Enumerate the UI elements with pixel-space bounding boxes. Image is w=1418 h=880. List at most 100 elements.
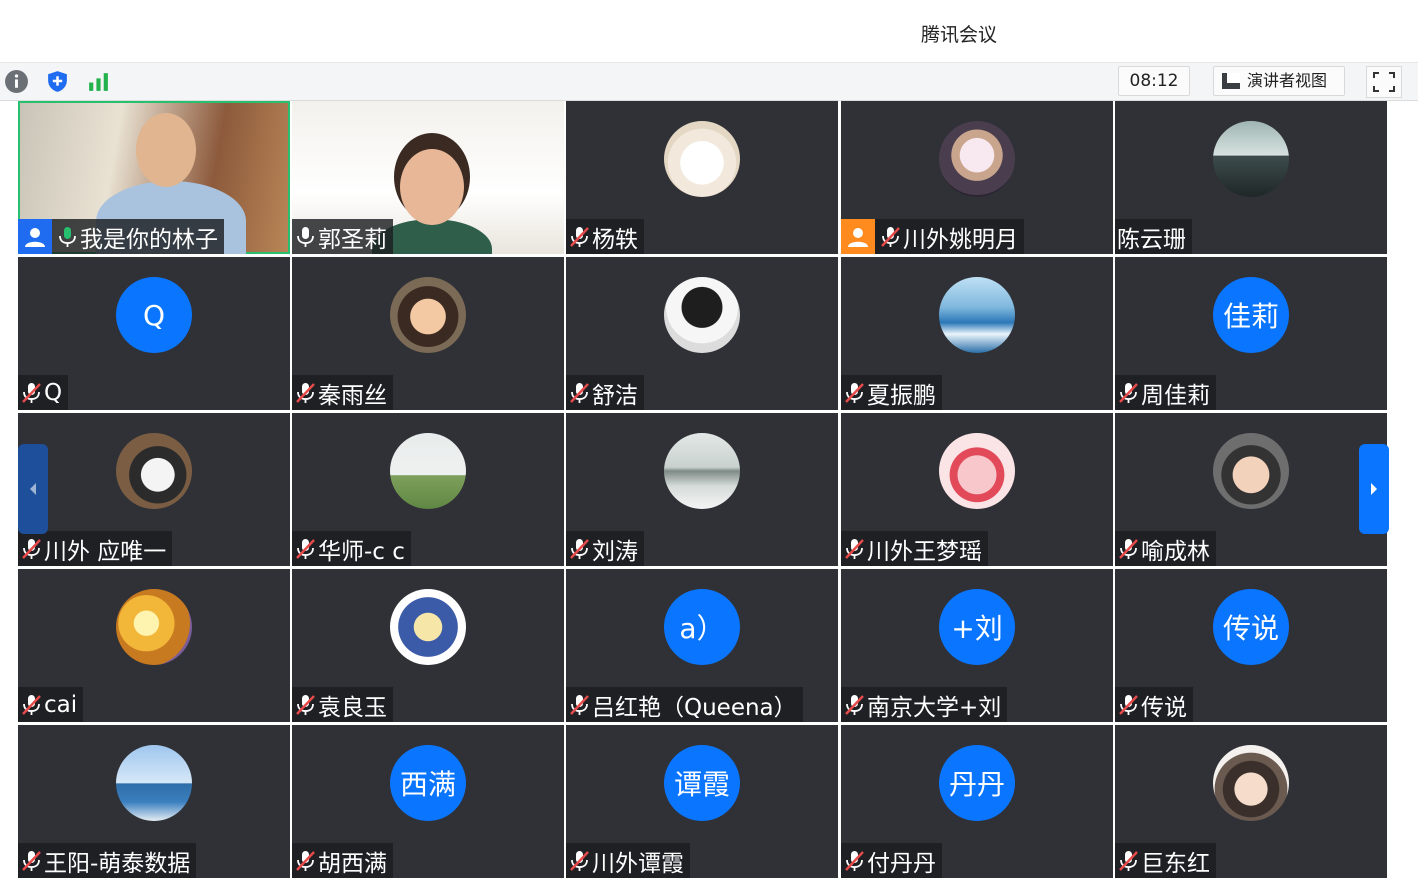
avatar: [664, 121, 740, 197]
avatar: [390, 589, 466, 665]
participant-nameplate: 夏振鹏: [841, 375, 942, 410]
avatar: [939, 277, 1015, 353]
participant-nameplate: 传说: [1115, 687, 1193, 722]
participant-tile[interactable]: 舒洁: [566, 257, 838, 410]
mic-muted-icon: [1119, 850, 1138, 871]
mic-muted-icon: [296, 382, 315, 403]
participant-name: 付丹丹: [867, 850, 936, 877]
mic-muted-icon: [845, 538, 864, 559]
participant-tile[interactable]: 刘涛: [566, 413, 838, 566]
participant-name: 夏振鹏: [867, 382, 936, 409]
participant-name: 杨轶: [592, 226, 638, 253]
participant-name: 川外谭霞: [592, 850, 684, 877]
mic-muted-icon: [570, 694, 589, 715]
participant-name: 吕红艳（Queena）: [592, 694, 797, 721]
participant-tile[interactable]: 杨轶: [566, 101, 838, 254]
participant-tile[interactable]: 丹丹 付丹丹: [841, 725, 1113, 878]
participant-nameplate: 秦雨丝: [292, 375, 393, 410]
participant-tile[interactable]: 巨东红: [1115, 725, 1387, 878]
mic-muted-icon: [296, 538, 315, 559]
participant-nameplate: 吕红艳（Queena）: [566, 687, 803, 722]
info-icon[interactable]: [4, 69, 29, 94]
participant-tile[interactable]: 西满胡西满: [292, 725, 564, 878]
avatar: 谭霞: [664, 745, 740, 821]
participant-tile[interactable]: 郭圣莉: [292, 101, 564, 254]
participant-nameplate: cai: [18, 687, 84, 722]
video-feed-person: [136, 113, 196, 187]
mic-muted-icon: [881, 226, 900, 247]
participant-nameplate: 舒洁: [566, 375, 644, 410]
participant-tile[interactable]: +刘 南京大学+刘: [841, 569, 1113, 722]
speaker-view-button[interactable]: 演讲者视图: [1213, 66, 1345, 96]
cohost-badge-icon: [841, 219, 875, 254]
participant-tile[interactable]: 川外姚明月: [841, 101, 1113, 254]
participant-tile[interactable]: 我是你的林子: [18, 101, 290, 254]
participant-tile[interactable]: 谭霞川外谭霞: [566, 725, 838, 878]
chevron-right-icon: [1371, 483, 1377, 495]
participant-nameplate: 王阳-萌泰数据: [18, 843, 197, 878]
window-title: 腾讯会议: [920, 24, 997, 46]
participant-name: 陈云珊: [1117, 226, 1186, 253]
mic-muted-icon: [570, 226, 589, 247]
avatar: [1213, 433, 1289, 509]
participant-tile[interactable]: 陈云珊: [1115, 101, 1387, 254]
participant-nameplate: 周佳莉: [1115, 375, 1216, 410]
signal-icon[interactable]: [86, 69, 111, 94]
mic-muted-icon: [22, 850, 41, 871]
participant-nameplate: 胡西满: [292, 843, 393, 878]
participant-name: 周佳莉: [1141, 382, 1210, 409]
avatar: [939, 121, 1015, 197]
avatar: 西满: [390, 745, 466, 821]
participant-tile[interactable]: 王阳-萌泰数据: [18, 725, 290, 878]
shield-icon[interactable]: [45, 69, 70, 94]
participant-tile[interactable]: 佳莉周佳莉: [1115, 257, 1387, 410]
mic-muted-icon: [296, 850, 315, 871]
participant-tile[interactable]: 华师-c c: [292, 413, 564, 566]
prev-page-button[interactable]: [18, 444, 48, 534]
mic-muted-icon: [570, 382, 589, 403]
avatar: a）: [664, 589, 740, 665]
speaker-view-label: 演讲者视图: [1247, 71, 1328, 90]
avatar: [664, 277, 740, 353]
avatar: 佳莉: [1213, 277, 1289, 353]
participant-name: 胡西满: [318, 850, 387, 877]
avatar: 传说: [1213, 589, 1289, 665]
participant-tile[interactable]: QQ: [18, 257, 290, 410]
speaker-view-icon: [1222, 73, 1240, 89]
participant-nameplate: 付丹丹: [841, 843, 942, 878]
participant-nameplate: 陈云珊: [1115, 219, 1192, 254]
participant-tile[interactable]: cai: [18, 569, 290, 722]
avatar: [939, 433, 1015, 509]
next-page-button[interactable]: [1359, 444, 1389, 534]
participant-nameplate: 杨轶: [566, 219, 644, 254]
participant-tile[interactable]: 川外王梦瑶: [841, 413, 1113, 566]
meeting-toolbar: 08:12 演讲者视图: [0, 63, 1418, 101]
participant-nameplate: 华师-c c: [292, 531, 411, 566]
participant-tile[interactable]: a） 吕红艳（Queena）: [566, 569, 838, 722]
avatar: [116, 589, 192, 665]
participant-tile[interactable]: 秦雨丝: [292, 257, 564, 410]
participant-name: 喻成林: [1141, 538, 1210, 565]
participant-name: 郭圣莉: [318, 226, 387, 253]
participant-nameplate: 郭圣莉: [292, 219, 393, 254]
mic-active-icon: [59, 226, 76, 247]
participant-tile[interactable]: 传说 传说: [1115, 569, 1387, 722]
participant-nameplate: Q: [18, 375, 69, 410]
participant-name: 巨东红: [1141, 850, 1210, 877]
participant-tile[interactable]: 夏振鹏: [841, 257, 1113, 410]
participant-name: 华师-c c: [318, 538, 405, 565]
participant-tile[interactable]: 袁良玉: [292, 569, 564, 722]
participant-tile[interactable]: 川外 应唯一: [18, 413, 290, 566]
mic-muted-icon: [22, 694, 41, 715]
avatar: +刘: [939, 589, 1015, 665]
fullscreen-button[interactable]: [1366, 66, 1402, 98]
participant-tile[interactable]: 喻成林: [1115, 413, 1387, 566]
meeting-timer: 08:12: [1118, 66, 1190, 96]
participant-nameplate: 巨东红: [1115, 843, 1216, 878]
host-badge-icon: [18, 219, 52, 254]
mic-muted-icon: [845, 694, 864, 715]
title-bar: 腾讯会议: [0, 0, 1418, 63]
participant-name: Q: [44, 379, 63, 406]
participant-name: 川外王梦瑶: [867, 538, 982, 565]
mic-muted-icon: [570, 850, 589, 871]
